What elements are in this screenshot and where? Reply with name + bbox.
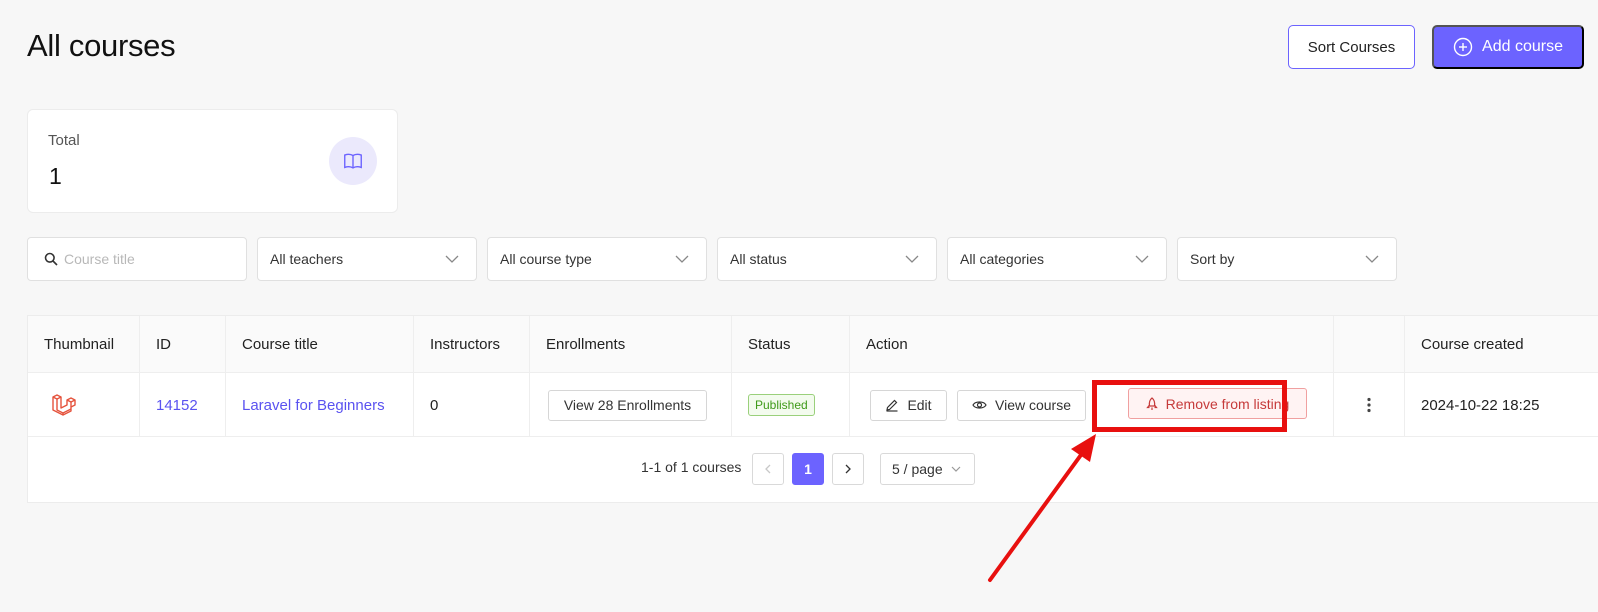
annotation-arrow xyxy=(988,434,1096,582)
